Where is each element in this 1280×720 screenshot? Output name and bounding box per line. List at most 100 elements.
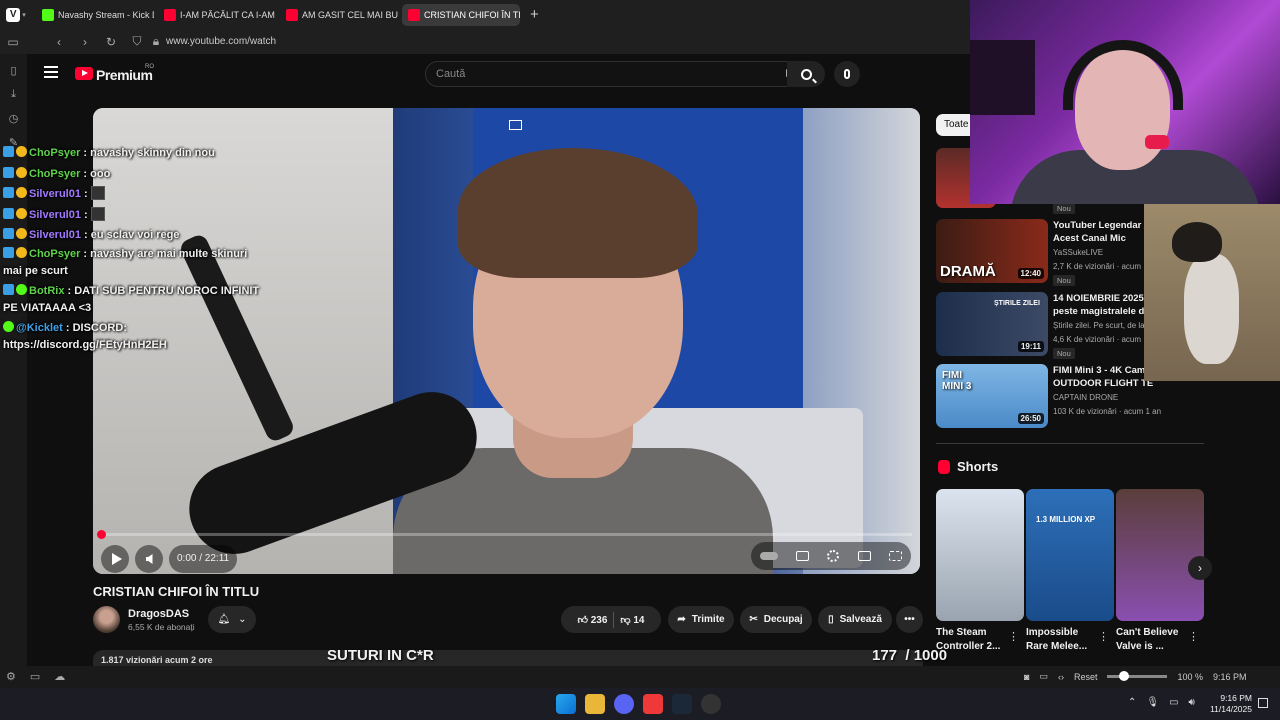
discord-icon[interactable] [614, 694, 634, 714]
zoom-slider[interactable] [1107, 671, 1168, 681]
view-count: 1.817 vizionări acum 2 ore [101, 655, 213, 665]
download-icon[interactable]: ⤓ [11, 88, 16, 101]
tile-icon[interactable]: ▭ [1039, 671, 1048, 682]
obs-icon[interactable] [701, 694, 721, 714]
clock-date: 11/14/2025 [1210, 704, 1252, 714]
status-right-controls: ◙ ▭ ‹› Reset 100 % 9:16 PM [1024, 671, 1247, 682]
webcam-wall-poster [970, 40, 1035, 115]
chat-text: : [84, 208, 88, 221]
voice-search-button[interactable] [834, 61, 860, 87]
short-title[interactable]: Impossible Rare Melee... [1026, 626, 1102, 654]
browser-tab[interactable]: AM GASIT CEL MAI BUN TI [280, 4, 398, 26]
fullscreen-icon[interactable] [888, 551, 902, 561]
browser-tab-active[interactable]: CRISTIAN CHIFOI ÎN TITLU [402, 3, 520, 26]
zoom-reset-button[interactable]: Reset [1074, 672, 1098, 682]
file-explorer-icon[interactable] [585, 694, 605, 714]
chat-username: Silverul01 [29, 208, 81, 221]
microphone-icon [844, 69, 850, 79]
save-label: Salvează [839, 614, 882, 625]
recommendation-thumbnail: DRAMĂ 12:40 [936, 219, 1048, 283]
channel-name: CAPTAIN DRONE [1053, 393, 1119, 402]
chat-username: Silverul01 [29, 188, 81, 200]
browser-menu-button[interactable]: V ▾ [0, 0, 32, 29]
more-vertical-icon[interactable]: ⋮ [1008, 630, 1019, 643]
browser-tab[interactable]: I-AM PĂCĂLIT CA I-AM FL [158, 4, 276, 26]
miniplayer-icon[interactable] [509, 120, 522, 130]
short-thumbnail[interactable]: 1.3 MILLION XP [1026, 489, 1114, 621]
window-icon[interactable]: ▭ [30, 670, 40, 683]
code-icon[interactable]: ‹› [1058, 672, 1064, 682]
speaker-icon[interactable]: 🔊︎ [1189, 697, 1195, 708]
chat-text: : navashy skinny din nou [83, 147, 215, 159]
history-icon[interactable]: ◷ [9, 112, 19, 125]
volume-button[interactable] [135, 545, 163, 573]
chevron-up-icon[interactable]: ⌃ [1128, 697, 1136, 708]
search-input[interactable]: Caută [425, 61, 807, 87]
cat-body [1184, 254, 1239, 364]
dislike-button[interactable]: 👎︎ 14 [620, 614, 644, 626]
microphone-icon[interactable]: 🎙︎ [1146, 697, 1159, 708]
shield-icon[interactable]: ⛉ [124, 34, 150, 49]
theater-mode-icon[interactable] [857, 551, 871, 561]
settings-gear-icon[interactable] [827, 550, 840, 562]
vivaldi-icon[interactable] [643, 694, 663, 714]
wifi-icon[interactable]: ▭ [1169, 697, 1178, 708]
more-actions-button[interactable]: ••• [896, 606, 923, 633]
settings-gear-icon[interactable]: ⚙ [6, 670, 16, 683]
new-tab-icon[interactable]: + [530, 6, 539, 23]
tab-title: I-AM PĂCĂLIT CA I-AM FL [180, 9, 276, 20]
progress-scrubber[interactable] [97, 530, 106, 539]
youtube-logo-icon[interactable] [75, 67, 93, 80]
more-vertical-icon[interactable]: ⋮ [1098, 630, 1109, 643]
short-thumbnail[interactable] [936, 489, 1024, 621]
reload-icon[interactable]: ↻ [98, 35, 124, 49]
short-title[interactable]: Can't Believe Valve is ... [1116, 626, 1192, 654]
new-badge: Nou [1053, 275, 1075, 286]
camera-icon[interactable]: ◙ [1024, 672, 1029, 682]
short-thumbnail[interactable] [1116, 489, 1204, 621]
shorts-next-button[interactable]: › [1188, 556, 1212, 580]
browser-tab[interactable]: Navashy Stream - Kick Das [36, 4, 154, 26]
short-title[interactable]: The Steam Controller 2... [936, 626, 1012, 654]
channel-name[interactable]: DragosDAS [128, 608, 189, 620]
back-icon[interactable]: ‹ [46, 35, 72, 49]
progress-bar[interactable] [101, 533, 912, 536]
chat-text: : ooo [83, 167, 111, 180]
panel-toggle-icon[interactable]: ▭ [0, 35, 26, 49]
like-button[interactable]: 👍︎ 236 [578, 614, 608, 626]
chat-username: ChoPsyer [29, 147, 81, 159]
clip-button[interactable]: ✂ Decupaj [740, 606, 812, 633]
bookmark-icon[interactable]: ▯ [10, 64, 16, 77]
title-line: OUTDOOR FLIGHT TEST [1053, 378, 1153, 389]
save-button[interactable]: ▯ Salvează [818, 606, 892, 633]
coin-badge-icon [16, 228, 27, 239]
steam-icon[interactable] [672, 694, 692, 714]
search-button[interactable] [787, 61, 825, 87]
share-button[interactable]: ➦ Trimite [668, 606, 734, 633]
taskbar-clock[interactable]: 9:16 PM 11/14/2025 [1208, 693, 1252, 715]
more-vertical-icon[interactable]: ⋮ [1188, 630, 1199, 643]
subscriber-badge-icon [3, 283, 14, 295]
play-button[interactable] [101, 545, 129, 573]
title-line: YouTuber Legendar A [1053, 220, 1151, 231]
subscriber-count: 6,55 K de abonați [128, 622, 195, 632]
autoplay-toggle[interactable] [760, 552, 779, 560]
windows-start-icon[interactable] [556, 694, 576, 714]
forward-icon[interactable]: › [72, 35, 98, 49]
like-dislike-group: 👍︎ 236 👎︎ 14 [561, 606, 661, 633]
menu-icon[interactable] [44, 66, 58, 78]
cloud-icon[interactable]: ☁ [54, 670, 65, 683]
chat-message: @Kicklet : DISCORD: https://discord.gg/F… [3, 320, 263, 354]
notifications-button[interactable]: 🔔︎ ⌄ [208, 606, 256, 633]
notification-icon[interactable] [1258, 698, 1268, 708]
channel-avatar[interactable] [93, 606, 120, 633]
chat-text: : [84, 188, 88, 200]
youtube-logo-icon [408, 8, 420, 21]
youtube-brand[interactable]: Premium [96, 67, 153, 83]
description-box[interactable]: 1.817 vizionări acum 2 ore [93, 650, 923, 666]
subtitles-icon[interactable] [796, 551, 810, 561]
chat-username: ChoPsyer [29, 167, 81, 180]
url-field[interactable]: www.youtube.com/watch [166, 36, 276, 47]
subscriber-badge-icon [3, 187, 14, 198]
divider [936, 443, 1204, 444]
